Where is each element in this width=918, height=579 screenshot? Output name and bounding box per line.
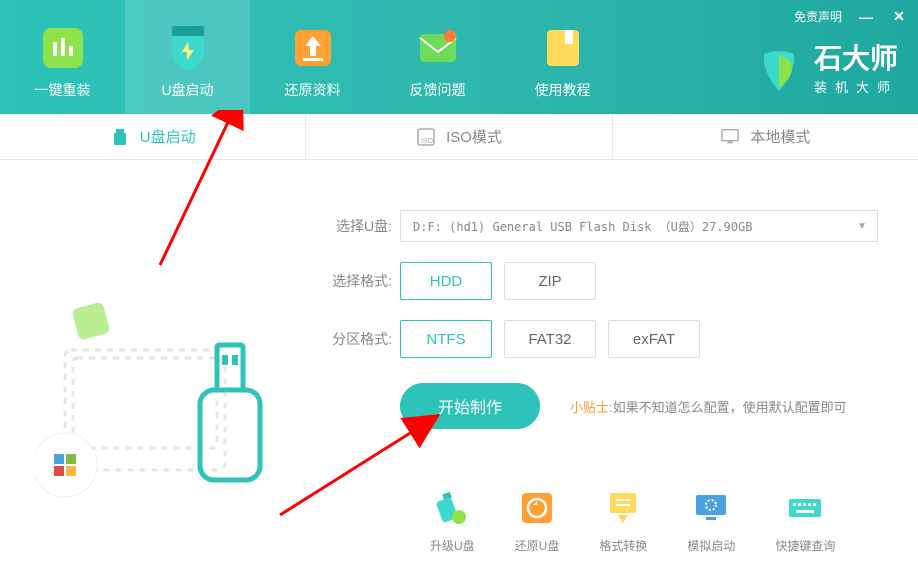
shield-icon	[164, 24, 212, 72]
subtab-label: U盘启动	[140, 126, 196, 147]
nav-tutorial[interactable]: 使用教程	[500, 0, 625, 114]
tool-label: 格式转换	[599, 537, 647, 554]
nav-label: 还原资料	[285, 80, 341, 100]
partition-label: 分区格式:	[320, 329, 392, 349]
tool-hotkey[interactable]: 快捷键查询	[775, 489, 835, 554]
app-logo: 石大师 装机大师	[754, 45, 898, 96]
select-value: D:F: (hd1) General USB Flash Disk （U盘）27…	[413, 218, 752, 235]
tool-convert[interactable]: 格式转换	[599, 489, 647, 554]
disc-icon: ISO	[416, 127, 436, 147]
disclaimer-link[interactable]: 免责声明	[794, 8, 842, 25]
format-zip-button[interactable]: ZIP	[504, 262, 596, 300]
envelope-icon	[414, 24, 462, 72]
tool-upgrade[interactable]: 升级U盘	[430, 489, 475, 554]
keyboard-icon	[786, 489, 824, 527]
usb-illustration	[35, 240, 275, 500]
tip-text: 小贴士:如果不知道怎么配置，使用默认配置即可	[570, 397, 847, 416]
tool-label: 快捷键查询	[775, 537, 835, 554]
tool-simulate[interactable]: 模拟启动	[687, 489, 735, 554]
book-icon	[539, 24, 587, 72]
simulate-icon	[692, 489, 730, 527]
subtab-usb-boot[interactable]: U盘启动	[0, 114, 306, 159]
format-label: 选择格式:	[320, 271, 392, 291]
subtab-local-mode[interactable]: 本地模式	[613, 114, 918, 159]
partition-fat32-button[interactable]: FAT32	[504, 320, 596, 358]
tip-content: 如果不知道怎么配置，使用默认配置即可	[613, 400, 847, 415]
restore-icon	[518, 489, 556, 527]
logo-icon	[754, 46, 804, 96]
nav-feedback[interactable]: 反馈问题	[375, 0, 500, 114]
close-button[interactable]: ✕	[890, 8, 908, 25]
convert-icon	[604, 489, 642, 527]
nav-label: 使用教程	[535, 80, 591, 100]
nav-reinstall[interactable]: 一键重装	[0, 0, 125, 114]
nav-label: 反馈问题	[410, 80, 466, 100]
tool-restore[interactable]: 还原U盘	[515, 489, 560, 554]
usb-select[interactable]: D:F: (hd1) General USB Flash Disk （U盘）27…	[400, 210, 878, 242]
tool-label: 模拟启动	[687, 537, 735, 554]
minimize-button[interactable]: —	[857, 9, 875, 25]
nav-label: 一键重装	[35, 80, 91, 100]
svg-text:ISO: ISO	[421, 138, 434, 145]
start-button[interactable]: 开始制作	[400, 383, 540, 429]
subtab-label: ISO模式	[446, 126, 502, 147]
select-usb-label: 选择U盘:	[320, 216, 392, 236]
usb-icon	[110, 127, 130, 147]
nav-usb-boot[interactable]: U盘启动	[125, 0, 250, 114]
nav-label: U盘启动	[161, 80, 213, 100]
subtab-label: 本地模式	[750, 126, 810, 147]
chart-icon	[39, 24, 87, 72]
subtab-iso-mode[interactable]: ISO ISO模式	[306, 114, 612, 159]
logo-title: 石大师	[814, 45, 898, 73]
chevron-down-icon: ▼	[857, 221, 867, 232]
tool-label: 还原U盘	[515, 537, 560, 554]
tool-label: 升级U盘	[430, 537, 475, 554]
partition-ntfs-button[interactable]: NTFS	[400, 320, 492, 358]
monitor-icon	[720, 127, 740, 147]
upload-icon	[289, 24, 337, 72]
nav-restore[interactable]: 还原资料	[250, 0, 375, 114]
partition-exfat-button[interactable]: exFAT	[608, 320, 700, 358]
format-hdd-button[interactable]: HDD	[400, 262, 492, 300]
usb-upgrade-icon	[433, 489, 471, 527]
logo-subtitle: 装机大师	[814, 77, 898, 96]
tip-label: 小贴士:	[570, 400, 613, 415]
